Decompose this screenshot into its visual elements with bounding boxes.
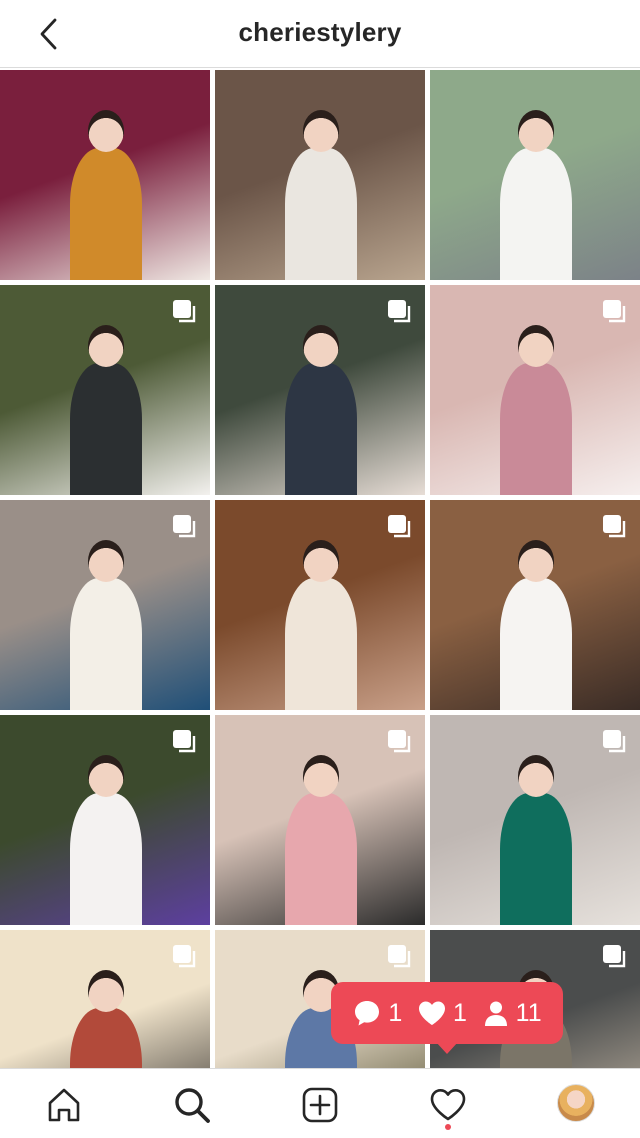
heart-outline-icon [430,1089,466,1121]
carousel-icon [388,945,411,968]
post-subject-head [88,970,124,1012]
carousel-icon [388,300,411,323]
carousel-icon [603,300,626,323]
new-post-tab[interactable] [298,1083,342,1127]
post-thumbnail[interactable] [0,70,210,280]
post-subject-head [518,110,554,152]
profile-avatar-icon[interactable] [557,1084,595,1122]
carousel-icon [388,515,411,538]
post-subject [500,793,572,925]
carousel-icon [173,300,196,323]
activity-indicator-dot [445,1124,451,1130]
post-thumbnail[interactable] [215,500,425,710]
post-thumbnail[interactable] [0,500,210,710]
post-subject [70,363,142,495]
likes-notification: 1 [417,999,467,1028]
post-subject-head [88,540,124,582]
post-subject [285,578,357,710]
post-thumbnail[interactable] [215,70,425,280]
post-subject-head [303,755,339,797]
notification-pointer [436,1042,458,1054]
post-subject-head [303,540,339,582]
post-thumbnail[interactable] [0,930,210,1068]
post-thumbnail[interactable] [0,285,210,495]
search-icon [175,1088,210,1123]
comments-count: 1 [388,998,403,1027]
activity-notification[interactable]: 1 1 11 [331,982,563,1044]
comments-notification: 1 [352,998,402,1028]
post-subject [500,578,572,710]
post-subject-head [518,540,554,582]
followers-count: 11 [515,998,542,1027]
post-subject [70,793,142,925]
post-subject-head [88,755,124,797]
person-icon [484,1001,507,1026]
post-subject [285,363,357,495]
post-subject [285,148,357,280]
likes-count: 1 [453,998,467,1027]
posts-grid [0,70,640,1068]
carousel-icon [603,515,626,538]
post-thumbnail[interactable] [0,715,210,925]
carousel-icon [173,945,196,968]
post-thumbnail[interactable] [215,285,425,495]
post-thumbnail[interactable] [430,285,640,495]
carousel-icon [173,515,196,538]
post-subject [500,363,572,495]
post-subject-head [518,325,554,367]
post-subject-head [88,110,124,152]
carousel-icon [173,730,196,753]
post-thumbnail[interactable] [430,70,640,280]
top-bar: cheriestylery [0,0,640,68]
post-subject-head [303,110,339,152]
post-thumbnail[interactable] [215,715,425,925]
search-tab[interactable] [170,1083,214,1127]
comment-bubble-icon [355,1001,380,1026]
bottom-navigation [0,1068,640,1138]
carousel-icon [603,730,626,753]
post-subject [70,578,142,710]
post-thumbnail[interactable] [430,715,640,925]
post-subject-head [303,325,339,367]
activity-tab[interactable] [426,1083,470,1127]
followers-notification: 11 [482,999,542,1028]
profile-username-title: cheriestylery [238,17,402,47]
home-icon [48,1088,80,1122]
post-subject-head [518,755,554,797]
add-post-icon [302,1087,338,1123]
post-subject [70,148,142,280]
heart-icon [419,1001,445,1025]
post-subject-head [88,325,124,367]
carousel-icon [603,945,626,968]
post-thumbnail[interactable] [430,500,640,710]
carousel-icon [388,730,411,753]
home-tab[interactable] [42,1083,86,1127]
post-subject [285,793,357,925]
post-subject [500,148,572,280]
